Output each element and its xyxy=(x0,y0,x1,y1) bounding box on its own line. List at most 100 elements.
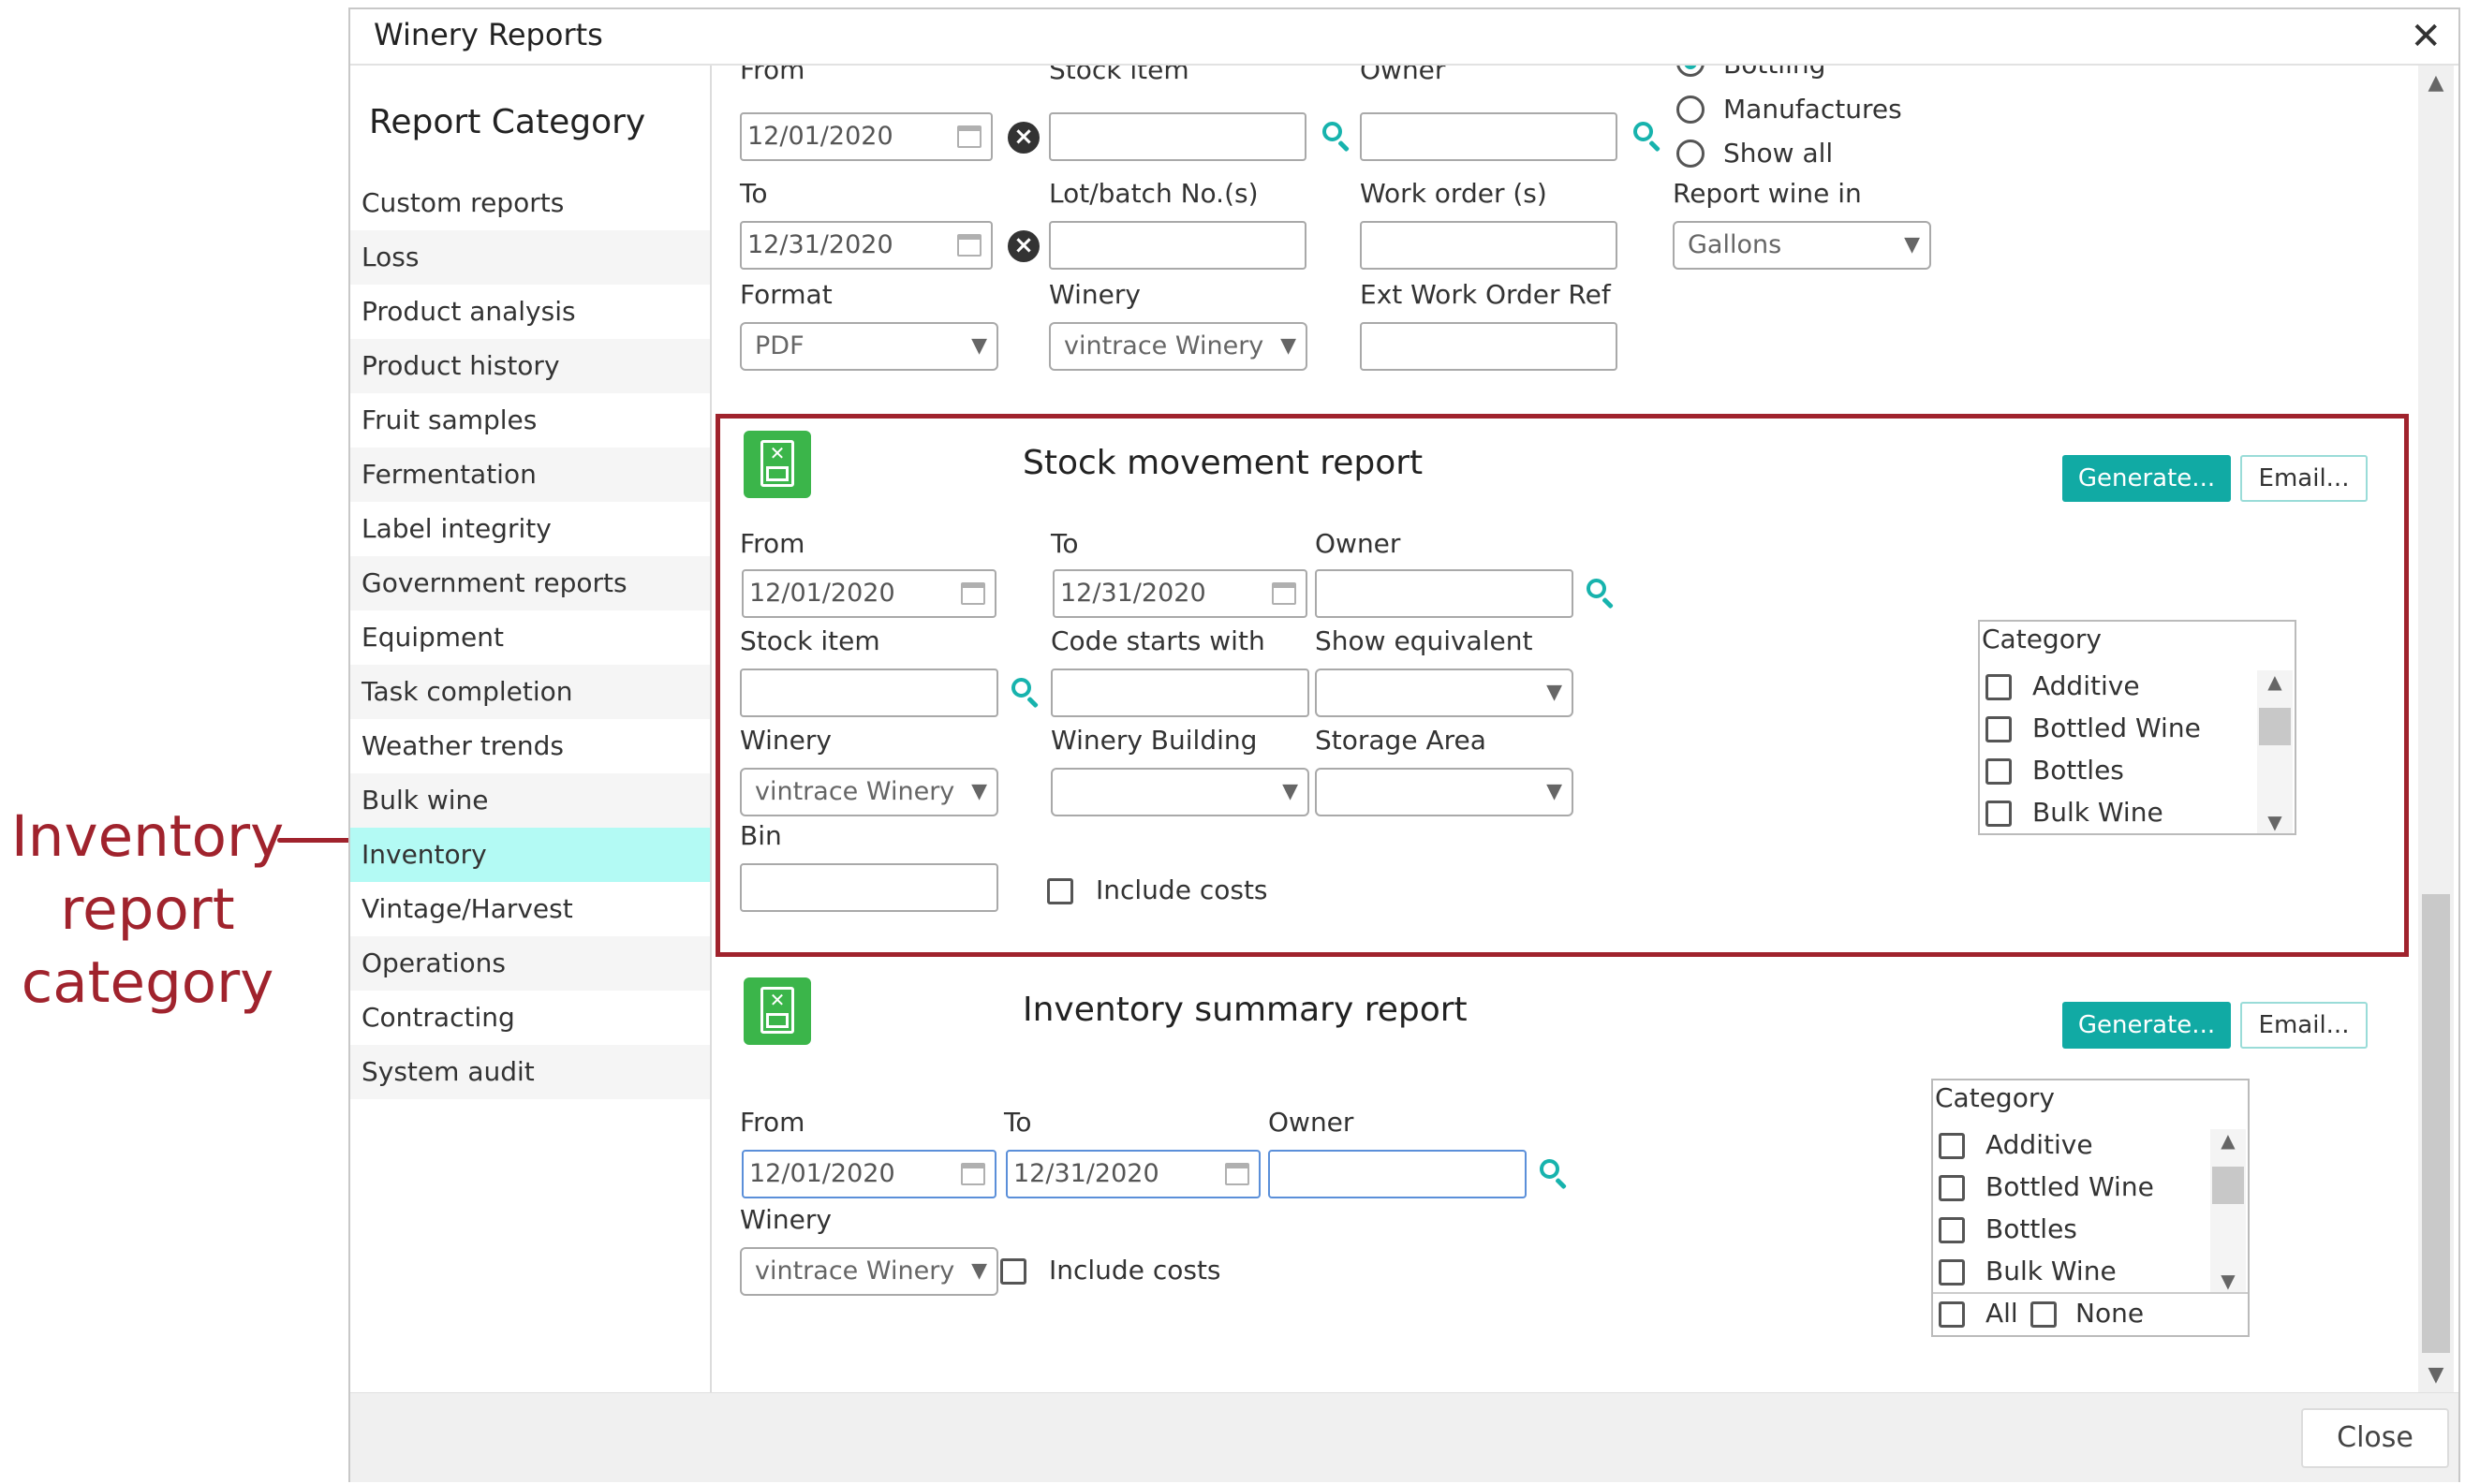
is-to-date[interactable]: 12/31/2020 xyxy=(1006,1150,1261,1198)
inventory-summary-generate-button[interactable]: Generate... xyxy=(2062,1002,2231,1049)
title-bar: Winery Reports ✕ xyxy=(350,9,2458,66)
report-wine-label: Report wine in xyxy=(1673,178,1862,209)
top-winery-label: Winery xyxy=(1049,279,1141,310)
sm-bin-label: Bin xyxy=(740,820,782,851)
search-icon[interactable] xyxy=(1321,120,1352,153)
is-category-scrollbar[interactable]: ▲ ▼ xyxy=(2210,1129,2246,1292)
sidebar-item-weather-trends[interactable]: Weather trends xyxy=(350,719,710,773)
search-icon[interactable] xyxy=(1010,676,1041,709)
chevron-down-icon[interactable]: ▼ xyxy=(2418,1363,2454,1387)
top-owner-input[interactable] xyxy=(1360,112,1617,161)
radio-show-all[interactable] xyxy=(1676,140,1705,168)
top-winery-select[interactable]: vintrace Winery ▼ xyxy=(1049,322,1307,371)
work-order-input[interactable] xyxy=(1360,221,1617,270)
chevron-down-icon: ▼ xyxy=(1282,780,1298,803)
is-category-list: Category Additive Bottled Wine Bottles B… xyxy=(1931,1079,2250,1337)
sidebar-item-inventory[interactable]: Inventory xyxy=(350,828,710,882)
calendar-icon[interactable] xyxy=(957,125,982,148)
is-category-checkbox[interactable] xyxy=(1939,1133,1965,1159)
sm-bin-input[interactable] xyxy=(740,863,998,912)
sm-category-scrollbar[interactable]: ▲ ▼ xyxy=(2257,670,2293,833)
sidebar-item-equipment[interactable]: Equipment xyxy=(350,610,710,665)
chevron-up-icon[interactable]: ▲ xyxy=(2210,1129,2246,1152)
content-scrollbar[interactable]: ▲ ▼ xyxy=(2418,66,2454,1392)
is-category-checkbox[interactable] xyxy=(1939,1259,1965,1286)
sidebar-item-custom-reports[interactable]: Custom reports xyxy=(350,176,710,230)
report-wine-select[interactable]: Gallons ▼ xyxy=(1673,221,1931,270)
lot-batch-input[interactable] xyxy=(1049,221,1306,270)
calendar-icon[interactable] xyxy=(1225,1163,1249,1185)
is-from-date[interactable]: 12/01/2020 xyxy=(742,1150,996,1198)
sidebar-item-loss[interactable]: Loss xyxy=(350,230,710,285)
sidebar-item-contracting[interactable]: Contracting xyxy=(350,991,710,1045)
inventory-summary-email-button[interactable]: Email... xyxy=(2240,1002,2368,1049)
sidebar-item-government-reports[interactable]: Government reports xyxy=(350,556,710,610)
sidebar-item-fermentation[interactable]: Fermentation xyxy=(350,448,710,502)
sidebar-item-label-integrity[interactable]: Label integrity xyxy=(350,502,710,556)
chevron-down-icon[interactable]: ▼ xyxy=(2210,1270,2246,1292)
sm-to-date[interactable]: 12/31/2020 xyxy=(1053,569,1307,618)
is-from-label: From xyxy=(740,1107,805,1138)
is-category-checkbox[interactable] xyxy=(1939,1175,1965,1201)
top-to-date[interactable]: 12/31/2020 xyxy=(740,221,993,270)
top-stock-item-input[interactable] xyxy=(1049,112,1306,161)
sm-storage-select[interactable]: ▼ xyxy=(1315,768,1573,816)
is-owner-input[interactable] xyxy=(1268,1150,1527,1198)
sm-category-checkbox[interactable] xyxy=(1985,801,2012,827)
ext-work-order-input[interactable] xyxy=(1360,322,1617,371)
calendar-icon[interactable] xyxy=(961,582,985,605)
sidebar-item-task-completion[interactable]: Task completion xyxy=(350,665,710,719)
is-to-value: 12/31/2020 xyxy=(1013,1159,1159,1188)
sidebar-item-system-audit[interactable]: System audit xyxy=(350,1045,710,1099)
sm-include-costs-checkbox[interactable] xyxy=(1047,878,1073,904)
is-none-checkbox[interactable] xyxy=(2030,1301,2057,1328)
chevron-down-icon: ▼ xyxy=(1546,681,1562,704)
is-include-costs-checkbox[interactable] xyxy=(1000,1258,1026,1285)
scroll-thumb[interactable] xyxy=(2212,1167,2244,1204)
radio-manufactures[interactable] xyxy=(1676,96,1705,124)
stock-movement-email-button[interactable]: Email... xyxy=(2240,455,2368,502)
sm-category-checkbox[interactable] xyxy=(1985,674,2012,700)
sidebar-item-vintage-harvest[interactable]: Vintage/Harvest xyxy=(350,882,710,936)
sm-category-checkbox[interactable] xyxy=(1985,758,2012,785)
is-category-checkbox[interactable] xyxy=(1939,1217,1965,1243)
sm-stock-item-input[interactable] xyxy=(740,669,998,717)
format-select[interactable]: PDF ▼ xyxy=(740,322,998,371)
sm-category-list: Category Additive Bottled Wine Bottles B… xyxy=(1978,620,2296,835)
scroll-thumb[interactable] xyxy=(2422,894,2450,1353)
clear-icon[interactable]: × xyxy=(1008,230,1040,262)
top-lot-label: Lot/batch No.(s) xyxy=(1049,178,1259,209)
is-all-checkbox[interactable] xyxy=(1939,1301,1965,1328)
close-icon[interactable]: ✕ xyxy=(2410,15,2442,58)
is-winery-select[interactable]: vintrace Winery ▼ xyxy=(740,1247,998,1296)
sm-show-equiv-select[interactable]: ▼ xyxy=(1315,669,1573,717)
chevron-down-icon[interactable]: ▼ xyxy=(2257,811,2293,833)
sm-owner-input[interactable] xyxy=(1315,569,1573,618)
sm-category-checkbox[interactable] xyxy=(1985,716,2012,742)
radio-bottling[interactable] xyxy=(1676,66,1705,77)
search-icon[interactable] xyxy=(1631,120,1663,153)
clear-icon[interactable]: × xyxy=(1008,122,1040,154)
sidebar-item-product-analysis[interactable]: Product analysis xyxy=(350,285,710,339)
chevron-up-icon[interactable]: ▲ xyxy=(2418,71,2454,95)
sm-from-date[interactable]: 12/01/2020 xyxy=(742,569,996,618)
scroll-thumb[interactable] xyxy=(2259,708,2291,745)
sidebar-item-bulk-wine[interactable]: Bulk wine xyxy=(350,773,710,828)
calendar-icon[interactable] xyxy=(957,234,982,257)
sidebar-item-product-history[interactable]: Product history xyxy=(350,339,710,393)
top-from-date[interactable]: 12/01/2020 xyxy=(740,112,993,161)
sidebar-item-fruit-samples[interactable]: Fruit samples xyxy=(350,393,710,448)
sm-stock-item-label: Stock item xyxy=(740,625,880,656)
is-none-label: None xyxy=(2075,1298,2145,1329)
search-icon[interactable] xyxy=(1585,577,1616,610)
sm-winery-select[interactable]: vintrace Winery ▼ xyxy=(740,768,998,816)
chevron-up-icon[interactable]: ▲ xyxy=(2257,670,2293,693)
sm-building-select[interactable]: ▼ xyxy=(1051,768,1309,816)
stock-movement-generate-button[interactable]: Generate... xyxy=(2062,455,2231,502)
calendar-icon[interactable] xyxy=(1272,582,1296,605)
sidebar-item-operations[interactable]: Operations xyxy=(350,936,710,991)
search-icon[interactable] xyxy=(1538,1157,1570,1190)
close-button[interactable]: Close xyxy=(2301,1408,2449,1468)
sm-code-input[interactable] xyxy=(1051,669,1309,717)
calendar-icon[interactable] xyxy=(961,1163,985,1185)
